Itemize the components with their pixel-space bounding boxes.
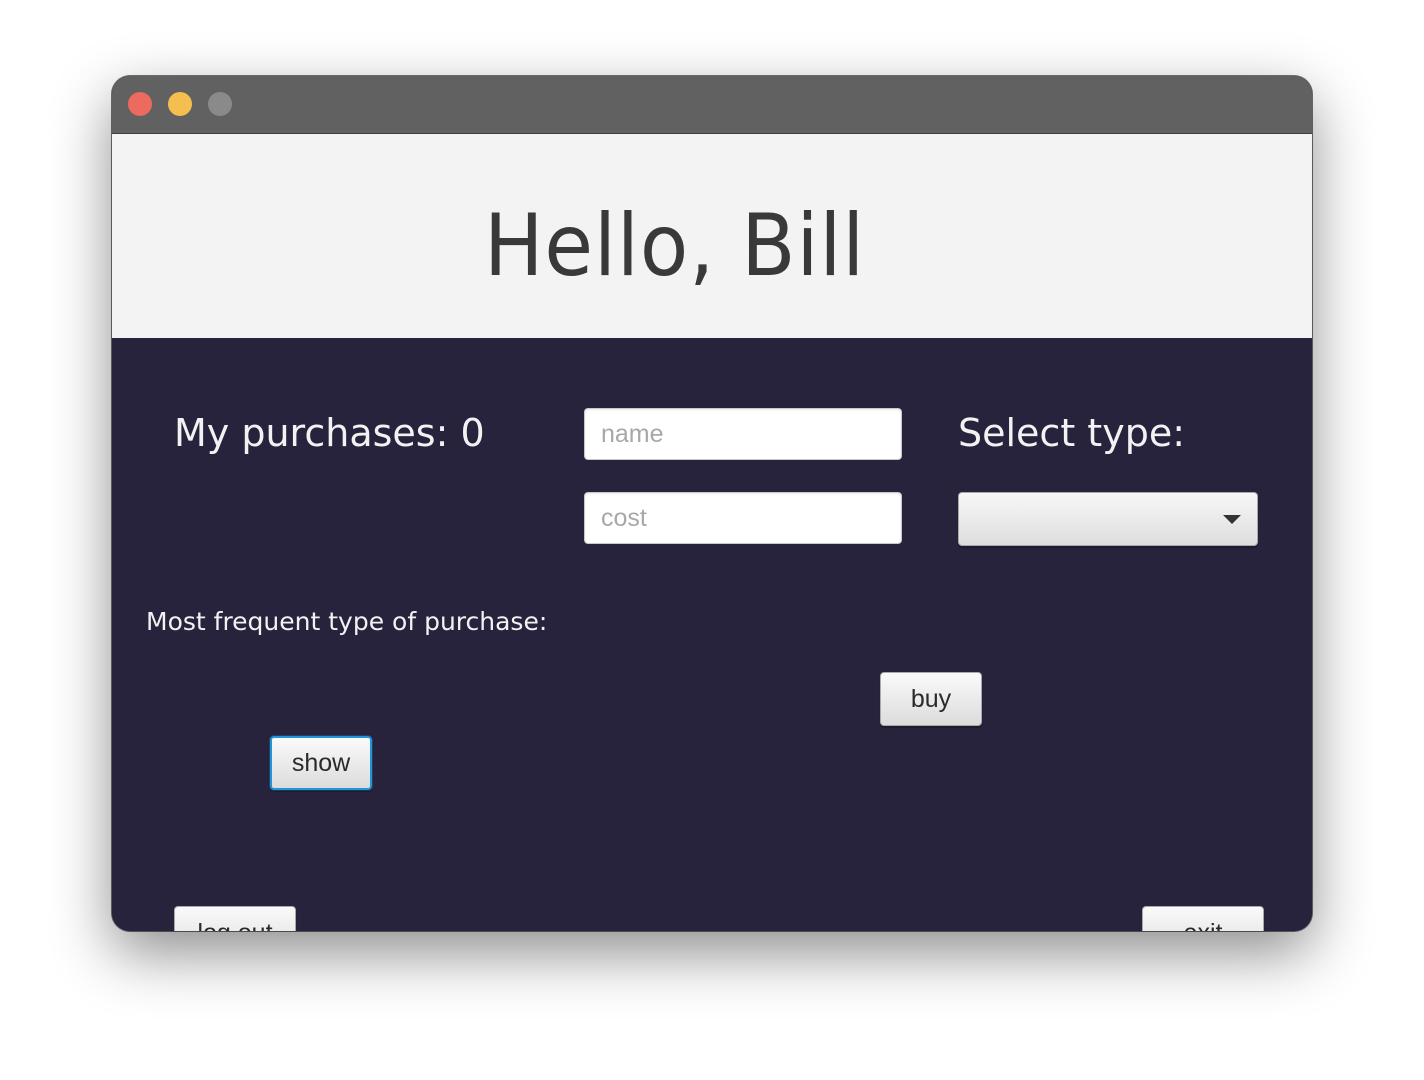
cost-input[interactable] [584, 492, 902, 544]
header-panel: Hello, Bill [112, 134, 1312, 338]
show-button[interactable]: show [270, 736, 372, 790]
main-panel: My purchases: 0 Select type: Most freque… [112, 338, 1312, 931]
close-window-icon[interactable] [128, 92, 152, 116]
exit-button[interactable]: exit [1142, 906, 1264, 931]
name-input[interactable] [584, 408, 902, 460]
purchases-count-label: My purchases: 0 [174, 411, 485, 455]
chevron-down-icon [1223, 515, 1241, 524]
app-window: Hello, Bill My purchases: 0 Select type:… [112, 76, 1312, 931]
frequent-type-label: Most frequent type of purchase: [146, 607, 548, 636]
title-bar [112, 76, 1312, 134]
greeting-title: Hello, Bill [484, 196, 866, 296]
buy-button[interactable]: buy [880, 672, 982, 726]
log-out-button[interactable]: log out [174, 906, 296, 931]
type-select-dropdown[interactable] [958, 492, 1258, 546]
maximize-window-icon[interactable] [208, 92, 232, 116]
select-type-label: Select type: [958, 411, 1185, 455]
minimize-window-icon[interactable] [168, 92, 192, 116]
